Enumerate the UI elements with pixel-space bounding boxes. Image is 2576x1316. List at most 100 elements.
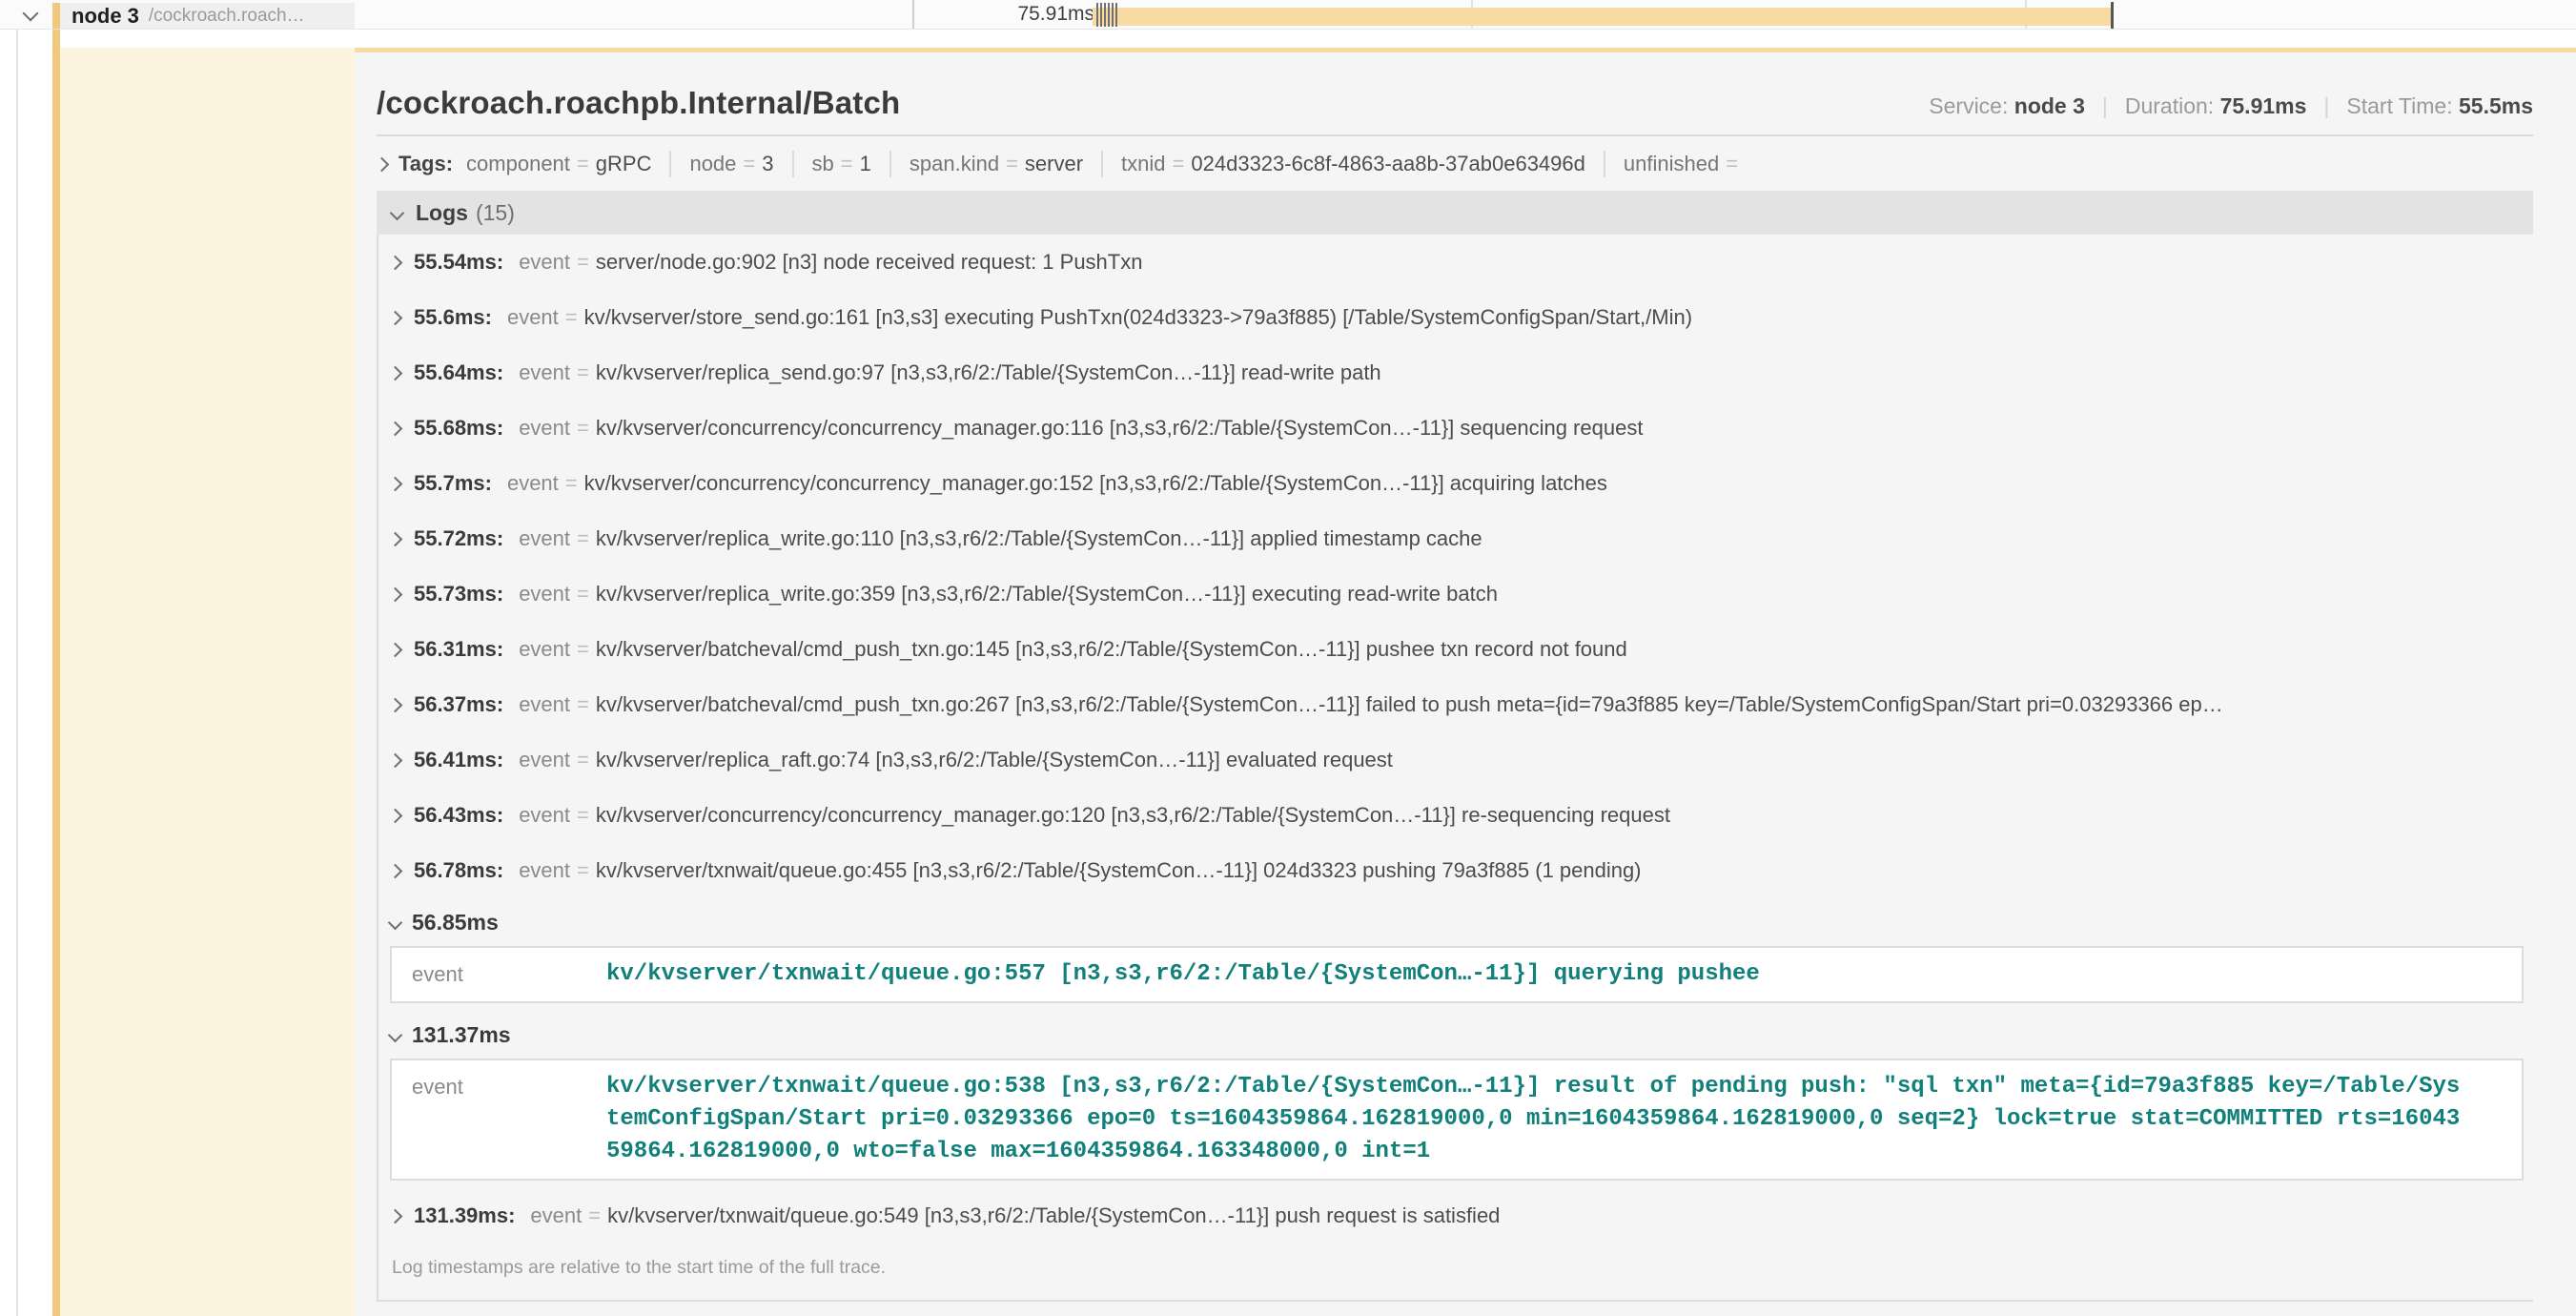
log-fields-table: event kv/kvserver/txnwait/queue.go:557 [… <box>390 946 2524 1003</box>
collapse-log-icon[interactable] <box>388 915 403 930</box>
log-message: kv/kvserver/concurrency/concurrency_mana… <box>596 803 2533 828</box>
log-entry[interactable]: 56.37ms: event = kv/kvserver/batcheval/c… <box>378 677 2533 732</box>
log-equals-sign: = <box>577 748 589 772</box>
log-equals-sign: = <box>577 526 589 551</box>
expand-log-icon[interactable] <box>388 752 403 768</box>
start-time-info: Start Time: 55.5ms <box>2346 93 2533 119</box>
log-field-key: event <box>519 250 570 275</box>
log-entry-header[interactable]: 56.85ms <box>378 898 2533 946</box>
log-message: kv/kvserver/concurrency/concurrency_mana… <box>584 471 2533 496</box>
log-field-key: event <box>392 958 606 991</box>
log-timestamp: 56.78ms: <box>414 858 503 883</box>
log-entry[interactable]: 56.78ms: event = kv/kvserver/txnwait/que… <box>378 843 2533 898</box>
tags-section[interactable]: Tags: component=gRPC node=3 sb=1 span.ki… <box>377 151 2533 177</box>
log-entry-header[interactable]: 131.37ms <box>378 1011 2533 1059</box>
span-color-bar <box>52 3 60 29</box>
tag-separator <box>1604 151 1605 177</box>
log-entry[interactable]: 55.54ms: event = server/node.go:902 [n3]… <box>378 235 2533 290</box>
log-field-key: event <box>519 803 570 828</box>
expand-tags-icon[interactable] <box>375 156 390 172</box>
expand-log-icon[interactable] <box>388 310 403 325</box>
expand-log-icon[interactable] <box>388 365 403 380</box>
expand-log-icon[interactable] <box>388 808 403 823</box>
duration-info: Duration: 75.91ms <box>2125 93 2307 119</box>
expand-log-icon[interactable] <box>388 421 403 436</box>
log-message: server/node.go:902 [n3] node received re… <box>596 250 2533 275</box>
span-operation-title: /cockroach.roachpb.Internal/Batch <box>377 85 900 121</box>
log-field-key: event <box>519 360 570 385</box>
selected-span-name-column[interactable] <box>60 48 355 1316</box>
log-entry[interactable]: 56.31ms: event = kv/kvserver/batcheval/c… <box>378 622 2533 677</box>
tag-item: component=gRPC <box>466 152 651 176</box>
expand-log-icon[interactable] <box>388 255 403 270</box>
span-detail-panel: /cockroach.roachpb.Internal/Batch Servic… <box>355 29 2576 1316</box>
log-entry[interactable]: 56.43ms: event = kv/kvserver/concurrency… <box>378 788 2533 843</box>
span-operation-name: /cockroach.roach… <box>149 6 305 27</box>
log-entry[interactable]: 56.41ms: event = kv/kvserver/replica_raf… <box>378 732 2533 788</box>
expand-log-icon[interactable] <box>388 863 403 878</box>
logs-section-header[interactable]: Logs (15) <box>377 191 2533 235</box>
log-field-value[interactable]: kv/kvserver/txnwait/queue.go:538 [n3,s3,… <box>606 1071 2465 1168</box>
expand-log-icon[interactable] <box>388 531 403 546</box>
expand-log-icon[interactable] <box>388 697 403 712</box>
tags-label: Tags: <box>399 152 453 176</box>
expand-log-icon[interactable] <box>388 642 403 657</box>
log-timestamp: 55.64ms: <box>414 360 503 385</box>
log-equals-sign: = <box>577 582 589 607</box>
detail-top-gap <box>355 29 2576 48</box>
expand-log-icon[interactable] <box>388 586 403 602</box>
info-separator: | <box>2323 93 2329 119</box>
collapse-span-icon[interactable] <box>23 6 39 22</box>
log-timestamp: 55.73ms: <box>414 582 503 607</box>
log-timestamp: 56.41ms: <box>414 748 503 772</box>
log-timestamp: 56.85ms <box>412 910 499 936</box>
log-equals-sign: = <box>577 692 589 717</box>
logs-list: 55.54ms: event = server/node.go:902 [n3]… <box>377 235 2533 1302</box>
expand-log-icon[interactable] <box>388 476 403 491</box>
log-entry[interactable]: 131.39ms: event = kv/kvserver/txnwait/qu… <box>378 1188 2533 1244</box>
log-message: kv/kvserver/replica_write.go:110 [n3,s3,… <box>596 526 2533 551</box>
span-name-tab[interactable]: node 3 /cockroach.roach… <box>60 3 355 29</box>
log-entry-expanded: 56.85ms event kv/kvserver/txnwait/queue.… <box>378 898 2533 1003</box>
tag-item: unfinished= <box>1624 152 1745 176</box>
log-message: kv/kvserver/replica_raft.go:74 [n3,s3,r6… <box>596 748 2533 772</box>
log-timestamp: 56.31ms: <box>414 637 503 662</box>
log-message: kv/kvserver/txnwait/queue.go:455 [n3,s3,… <box>596 858 2533 883</box>
log-message: kv/kvserver/replica_send.go:97 [n3,s3,r6… <box>596 360 2533 385</box>
expand-log-icon[interactable] <box>388 1208 403 1223</box>
log-entry[interactable]: 55.72ms: event = kv/kvserver/replica_wri… <box>378 511 2533 566</box>
log-equals-sign: = <box>565 305 578 330</box>
log-field-key: event <box>507 305 559 330</box>
collapse-logs-icon[interactable] <box>390 205 405 220</box>
log-message: kv/kvserver/store_send.go:161 [n3,s3] ex… <box>584 305 2533 330</box>
log-timestamp: 56.37ms: <box>414 692 503 717</box>
service-info: Service: node 3 <box>1929 93 2085 119</box>
logs-title: Logs <box>416 200 468 226</box>
log-timestamp: 55.7ms: <box>414 471 492 496</box>
log-entry[interactable]: 55.68ms: event = kv/kvserver/concurrency… <box>378 401 2533 456</box>
tag-separator <box>669 151 671 177</box>
tag-item: txnid=024d3323-6c8f-4863-aa8b-37ab0e6349… <box>1121 152 1585 176</box>
log-field-key: event <box>519 526 570 551</box>
collapse-log-icon[interactable] <box>388 1027 403 1042</box>
logs-count: (15) <box>476 200 515 226</box>
log-fields-table: event kv/kvserver/txnwait/queue.go:538 [… <box>390 1059 2524 1181</box>
log-entry[interactable]: 55.7ms: event = kv/kvserver/concurrency/… <box>378 456 2533 511</box>
start-time-value: 55.5ms <box>2459 93 2533 118</box>
log-field-value[interactable]: kv/kvserver/txnwait/queue.go:557 [n3,s3,… <box>606 958 2465 991</box>
span-row[interactable]: node 3 /cockroach.roach… 75.91ms <box>0 0 2576 30</box>
log-equals-sign: = <box>577 250 589 275</box>
logs-section: Logs (15) 55.54ms: event = server/node.g… <box>377 191 2533 1302</box>
tag-separator <box>1101 151 1103 177</box>
log-field-key: event <box>519 858 570 883</box>
span-detail-row: /cockroach.roachpb.Internal/Batch Servic… <box>0 29 2576 1316</box>
log-equals-sign: = <box>577 637 589 662</box>
detail-accent-border <box>355 48 2576 52</box>
log-entry[interactable]: 55.6ms: event = kv/kvserver/store_send.g… <box>378 290 2533 345</box>
log-timestamp: 55.72ms: <box>414 526 503 551</box>
tag-item: node=3 <box>689 152 773 176</box>
log-entry[interactable]: 55.64ms: event = kv/kvserver/replica_sen… <box>378 345 2533 401</box>
log-field-key: event <box>519 692 570 717</box>
span-duration-bar[interactable] <box>1093 8 2113 26</box>
log-entry[interactable]: 55.73ms: event = kv/kvserver/replica_wri… <box>378 566 2533 622</box>
